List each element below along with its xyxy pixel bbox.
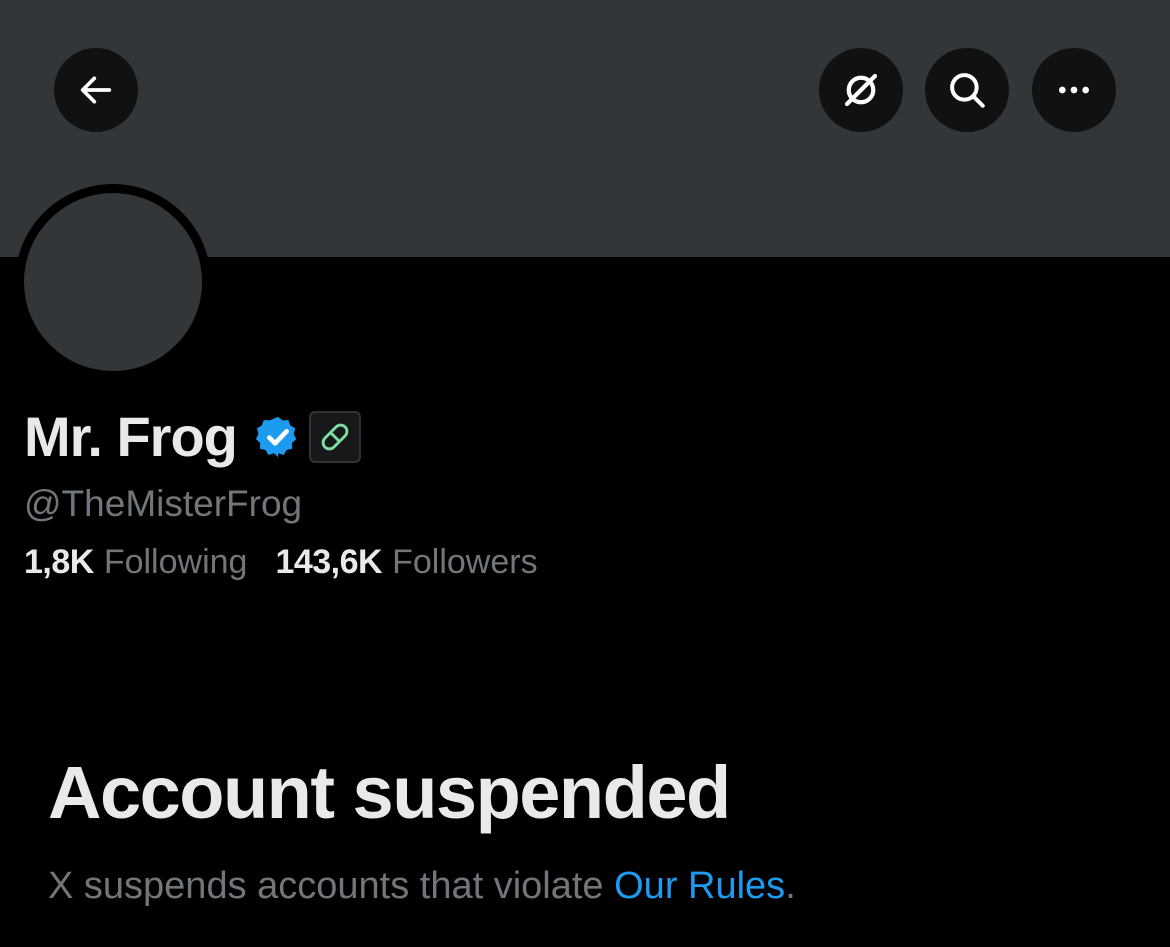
pill-icon: [321, 423, 349, 451]
profile-handle: @TheMisterFrog: [24, 483, 303, 524]
our-rules-link[interactable]: Our Rules: [614, 865, 785, 907]
followers-label: Followers: [392, 543, 538, 581]
verified-badge-icon[interactable]: [255, 414, 301, 460]
back-button[interactable]: [54, 48, 138, 132]
affiliate-badge[interactable]: [308, 411, 361, 463]
followers-stat[interactable]: 143,6K Followers: [275, 542, 537, 583]
arrow-left-icon: [80, 76, 112, 104]
following-stat[interactable]: 1,8K Following: [24, 542, 247, 583]
suspended-description-text: X suspends accounts that violate: [48, 865, 615, 907]
following-count: 1,8K: [24, 543, 94, 581]
avatar[interactable]: [24, 193, 202, 371]
suspended-description: X suspends accounts that violate Our Rul…: [48, 864, 796, 910]
profile-name-row: Mr. Frog: [24, 402, 361, 472]
avatar-border: [15, 184, 211, 380]
more-options-button[interactable]: [1032, 48, 1116, 132]
display-name: Mr. Frog: [24, 405, 238, 468]
grok-icon: [844, 73, 878, 107]
grok-button[interactable]: [819, 48, 903, 132]
followers-count: 143,6K: [275, 543, 383, 581]
profile-stats: 1,8K Following 143,6K Followers: [24, 542, 566, 583]
suspended-title: Account suspended: [48, 751, 731, 834]
search-icon: [950, 73, 985, 108]
search-button[interactable]: [925, 48, 1009, 132]
suspended-description-suffix: .: [785, 865, 796, 907]
more-horizontal-icon: [1059, 86, 1089, 94]
following-label: Following: [103, 543, 248, 581]
